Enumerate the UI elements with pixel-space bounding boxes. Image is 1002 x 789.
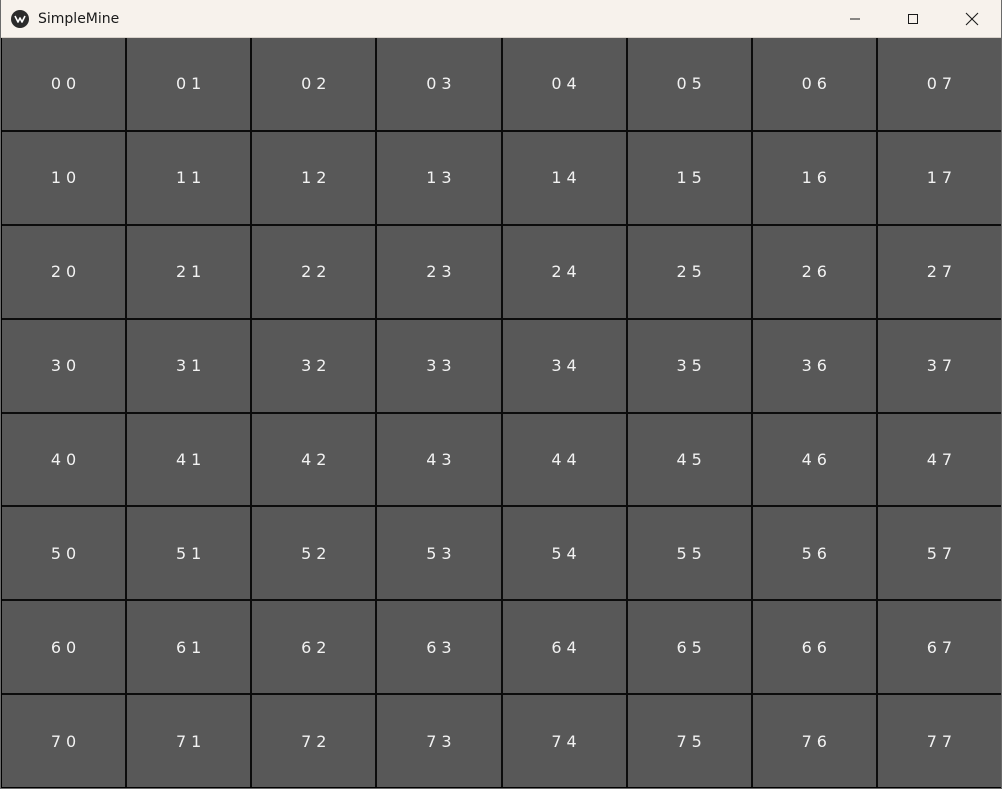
title-bar[interactable]: SimpleMine (1, 0, 1001, 38)
board-cell[interactable]: 56 (752, 507, 876, 600)
board-cell[interactable]: 55 (627, 507, 751, 600)
close-button[interactable] (943, 0, 1001, 38)
board-cell[interactable]: 57 (877, 507, 1001, 600)
board-cell[interactable]: 45 (627, 413, 751, 506)
board-cell[interactable]: 51 (127, 507, 251, 600)
board-cell[interactable]: 30 (2, 319, 126, 412)
board-cell[interactable]: 32 (252, 319, 376, 412)
board-cell[interactable]: 34 (502, 319, 626, 412)
board-cell[interactable]: 77 (877, 695, 1001, 787)
board-cell[interactable]: 20 (2, 225, 126, 318)
board-cell[interactable]: 60 (2, 601, 126, 694)
board-cell[interactable]: 64 (502, 601, 626, 694)
board-cell[interactable]: 15 (627, 131, 751, 224)
window-title: SimpleMine (38, 11, 120, 27)
maximize-icon (908, 14, 918, 24)
board-cell[interactable]: 03 (377, 38, 501, 130)
board-cell[interactable]: 62 (252, 601, 376, 694)
close-icon (965, 12, 979, 26)
board-cell[interactable]: 46 (752, 413, 876, 506)
board-cell[interactable]: 00 (2, 38, 126, 130)
board-cell[interactable]: 21 (127, 225, 251, 318)
board-cell[interactable]: 52 (252, 507, 376, 600)
board-cell[interactable]: 11 (127, 131, 251, 224)
board-cell[interactable]: 22 (252, 225, 376, 318)
board-cell[interactable]: 24 (502, 225, 626, 318)
board-cell[interactable]: 17 (877, 131, 1001, 224)
board-cell[interactable]: 70 (2, 695, 126, 787)
board-cell[interactable]: 05 (627, 38, 751, 130)
board-cell[interactable]: 72 (252, 695, 376, 787)
board-cell[interactable]: 50 (2, 507, 126, 600)
board-cell[interactable]: 33 (377, 319, 501, 412)
board-cell[interactable]: 73 (377, 695, 501, 787)
board-cell[interactable]: 31 (127, 319, 251, 412)
board-cell[interactable]: 41 (127, 413, 251, 506)
board-cell[interactable]: 07 (877, 38, 1001, 130)
board-cell[interactable]: 06 (752, 38, 876, 130)
board-cell[interactable]: 44 (502, 413, 626, 506)
board-cell[interactable]: 35 (627, 319, 751, 412)
board-cell[interactable]: 42 (252, 413, 376, 506)
board-cell[interactable]: 13 (377, 131, 501, 224)
board-cell[interactable]: 61 (127, 601, 251, 694)
board-cell[interactable]: 43 (377, 413, 501, 506)
board-cell[interactable]: 02 (252, 38, 376, 130)
app-logo-glyph (14, 15, 26, 23)
board-cell[interactable]: 65 (627, 601, 751, 694)
board-cell[interactable]: 40 (2, 413, 126, 506)
app-logo-icon (11, 10, 29, 28)
minimize-button[interactable] (826, 0, 884, 38)
board-cell[interactable]: 27 (877, 225, 1001, 318)
board-cell[interactable]: 37 (877, 319, 1001, 412)
board-cell[interactable]: 14 (502, 131, 626, 224)
mine-board: 00 01 02 03 04 05 06 07 10 11 12 13 14 1… (2, 38, 1001, 787)
board-cell[interactable]: 74 (502, 695, 626, 787)
app-window: SimpleMine 00 01 02 03 04 05 06 07 10 11… (0, 0, 1002, 789)
board-cell[interactable]: 47 (877, 413, 1001, 506)
board-cell[interactable]: 71 (127, 695, 251, 787)
board-cell[interactable]: 76 (752, 695, 876, 787)
board-cell[interactable]: 36 (752, 319, 876, 412)
board-cell[interactable]: 23 (377, 225, 501, 318)
board-cell[interactable]: 54 (502, 507, 626, 600)
board-cell[interactable]: 16 (752, 131, 876, 224)
board-cell[interactable]: 04 (502, 38, 626, 130)
board-cell[interactable]: 26 (752, 225, 876, 318)
board-cell[interactable]: 53 (377, 507, 501, 600)
board-cell[interactable]: 25 (627, 225, 751, 318)
board-cell[interactable]: 67 (877, 601, 1001, 694)
board-cell[interactable]: 75 (627, 695, 751, 787)
board-cell[interactable]: 12 (252, 131, 376, 224)
board-cell[interactable]: 10 (2, 131, 126, 224)
maximize-button[interactable] (884, 0, 942, 38)
board-cell[interactable]: 01 (127, 38, 251, 130)
board-cell[interactable]: 63 (377, 601, 501, 694)
minimize-icon (850, 18, 860, 20)
board-cell[interactable]: 66 (752, 601, 876, 694)
